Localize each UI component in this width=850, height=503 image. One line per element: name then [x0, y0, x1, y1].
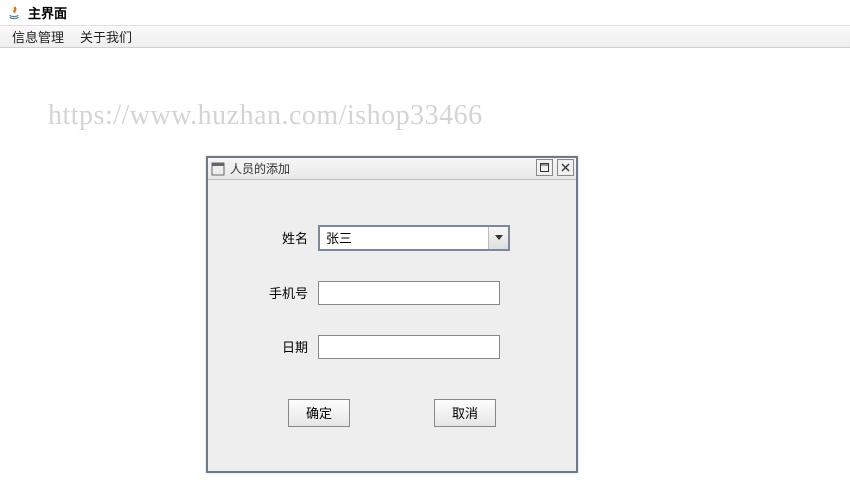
java-icon	[6, 5, 22, 21]
row-date: 日期	[228, 335, 556, 359]
menu-about[interactable]: 关于我们	[72, 25, 140, 48]
label-name: 姓名	[228, 228, 308, 247]
menu-info-manage[interactable]: 信息管理	[4, 25, 72, 48]
main-titlebar: 主界面	[0, 0, 850, 26]
row-phone: 手机号	[228, 281, 556, 305]
close-icon	[561, 163, 570, 172]
label-phone: 手机号	[228, 283, 308, 302]
dialog-body: 姓名 张三 手机号 日期 确定	[208, 180, 576, 471]
content-area: https://www.huzhan.com/ishop33466 人员的添加	[0, 48, 850, 503]
name-combobox[interactable]: 张三	[318, 225, 510, 251]
watermark-text: https://www.huzhan.com/ishop33466	[48, 100, 483, 132]
close-button[interactable]	[557, 159, 574, 176]
dialog-controls	[536, 159, 574, 176]
label-date: 日期	[228, 337, 308, 356]
phone-field[interactable]	[318, 281, 500, 305]
add-person-dialog: 人员的添加 姓名	[206, 156, 578, 473]
maximize-button[interactable]	[536, 159, 553, 176]
name-combobox-value: 张三	[320, 228, 488, 247]
ok-button[interactable]: 确定	[288, 399, 350, 427]
maximize-icon	[540, 163, 549, 172]
button-row: 确定 取消	[228, 399, 556, 427]
cancel-button[interactable]: 取消	[434, 399, 496, 427]
dialog-titlebar[interactable]: 人员的添加	[208, 158, 576, 180]
combo-dropdown-button[interactable]	[488, 227, 508, 249]
date-field[interactable]	[318, 335, 500, 359]
chevron-down-icon	[495, 235, 503, 240]
main-title: 主界面	[28, 3, 67, 22]
menubar: 信息管理 关于我们	[0, 26, 850, 48]
dialog-title: 人员的添加	[230, 160, 290, 177]
dialog-frame-icon	[211, 162, 225, 176]
row-name: 姓名 张三	[228, 225, 556, 251]
